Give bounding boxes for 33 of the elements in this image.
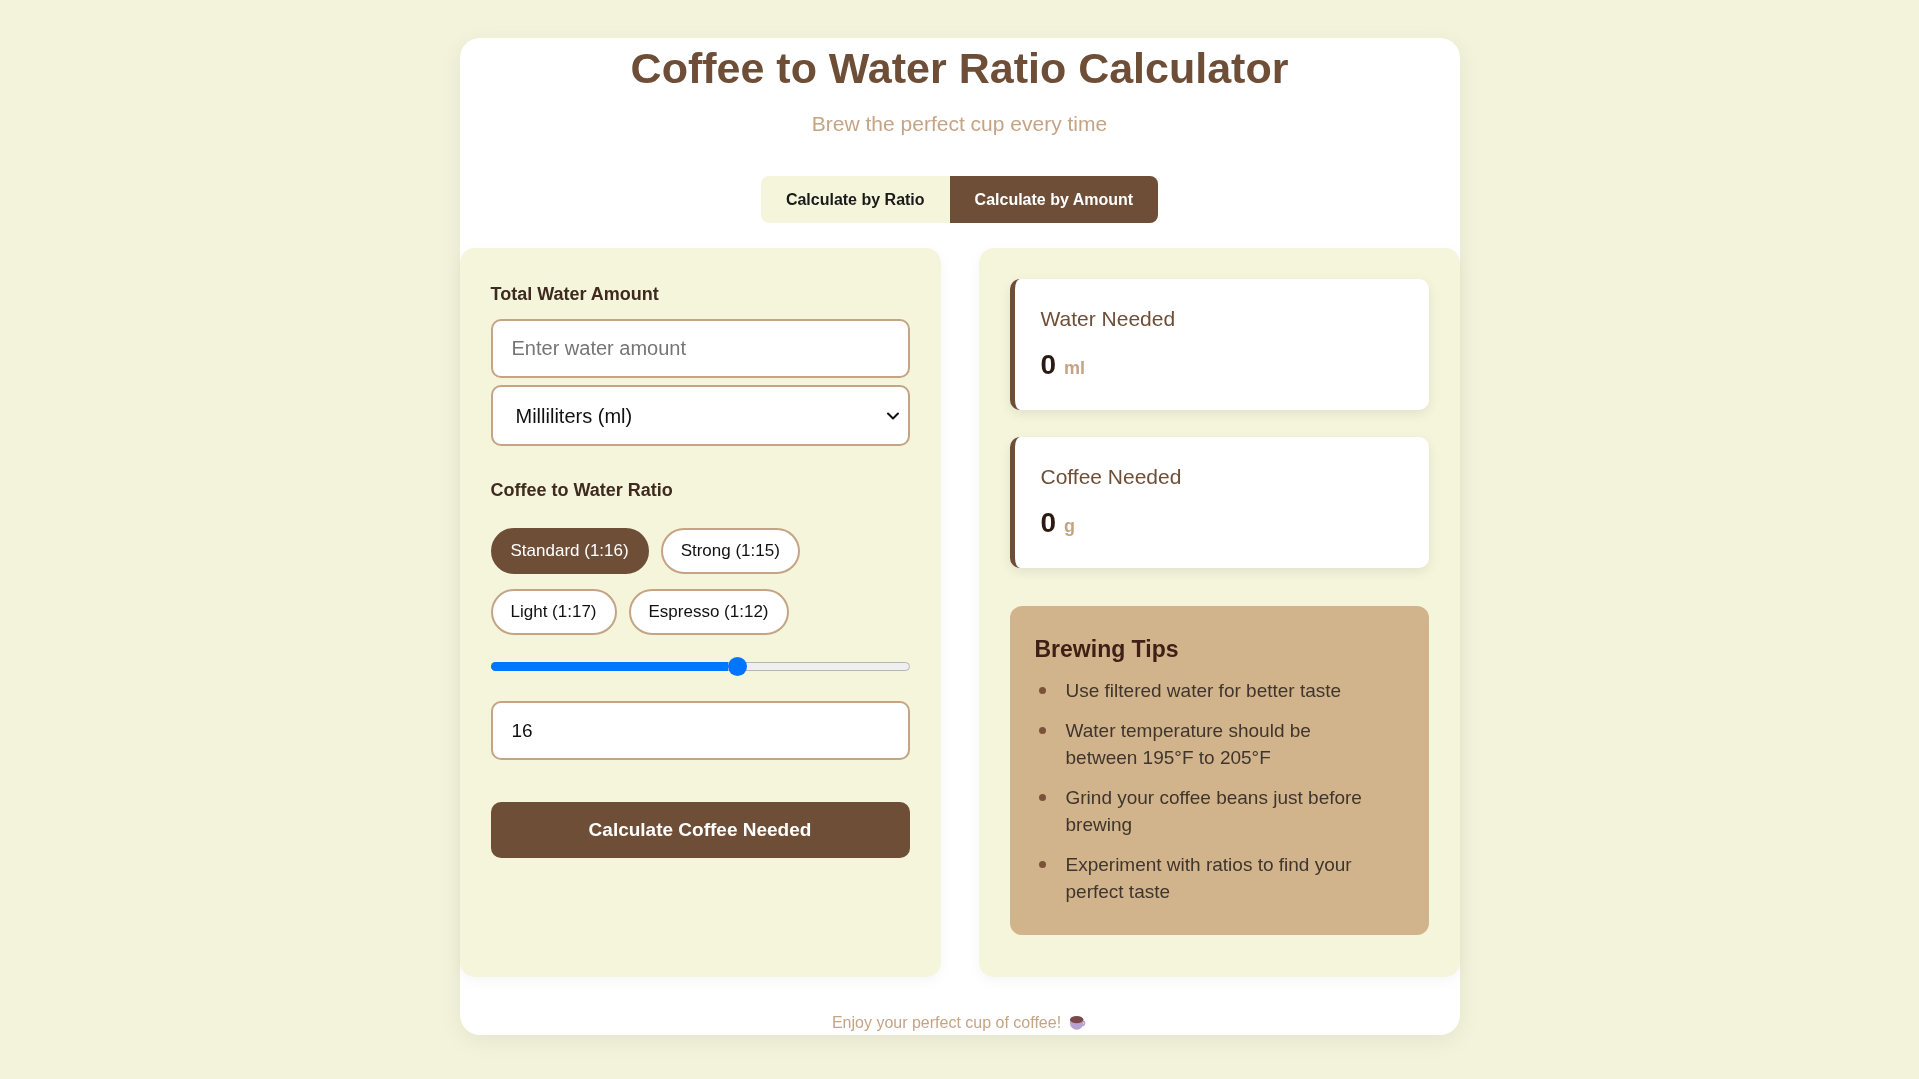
bullet-icon (1038, 687, 1046, 694)
calculate-button[interactable]: Calculate Coffee Needed (490, 802, 910, 858)
ratio-preset-button[interactable]: Espresso (1:12) (628, 589, 789, 635)
bullet-icon (1038, 794, 1046, 801)
result-value: 0 (1040, 506, 1057, 540)
tips-title: Brewing Tips (1034, 635, 1179, 664)
result-unit: ml (1064, 357, 1086, 380)
water-amount-input[interactable]: Enter water amount (490, 319, 910, 378)
mode-tab[interactable]: Calculate by Amount (949, 176, 1159, 223)
ratio-preset-button[interactable]: Strong (1:15) (660, 528, 800, 574)
coffee-cup-icon (1069, 1015, 1088, 1031)
bullet-icon (1038, 861, 1046, 868)
unit-select[interactable]: Milliliters (ml) (490, 385, 910, 446)
ratio-preset-button[interactable]: Light (1:17) (490, 589, 617, 635)
tip-text: Water temperature should be between 195°F to 205°F (1065, 719, 1312, 770)
chevron-down-icon (886, 412, 899, 420)
ratio-slider-thumb[interactable] (727, 656, 747, 676)
mode-tab[interactable]: Calculate by Ratio (760, 176, 950, 223)
field-label: Coffee to Water Ratio (490, 479, 673, 502)
bullet-icon (1038, 727, 1046, 734)
ratio-input[interactable]: 16 (490, 701, 910, 760)
result-label: Water Needed (1040, 306, 1176, 332)
field-label: Total Water Amount (490, 283, 659, 306)
tip-text: Experiment with ratios to find your perfect taste (1065, 853, 1353, 904)
tip-text: Use filtered water for better taste (1065, 679, 1343, 703)
page-title: Coffee to Water Ratio Calculator (630, 43, 1289, 94)
result-value: 0 (1040, 348, 1057, 382)
result-unit: g (1064, 515, 1076, 538)
page-subtitle: Brew the perfect cup every time (811, 111, 1108, 137)
ratio-preset-button[interactable]: Standard (1:16) (490, 528, 649, 574)
footer-text: Enjoy your perfect cup of coffee! (831, 1013, 1062, 1033)
result-label: Coffee Needed (1040, 464, 1182, 490)
tip-text: Grind your coffee beans just before brewing (1065, 786, 1363, 837)
